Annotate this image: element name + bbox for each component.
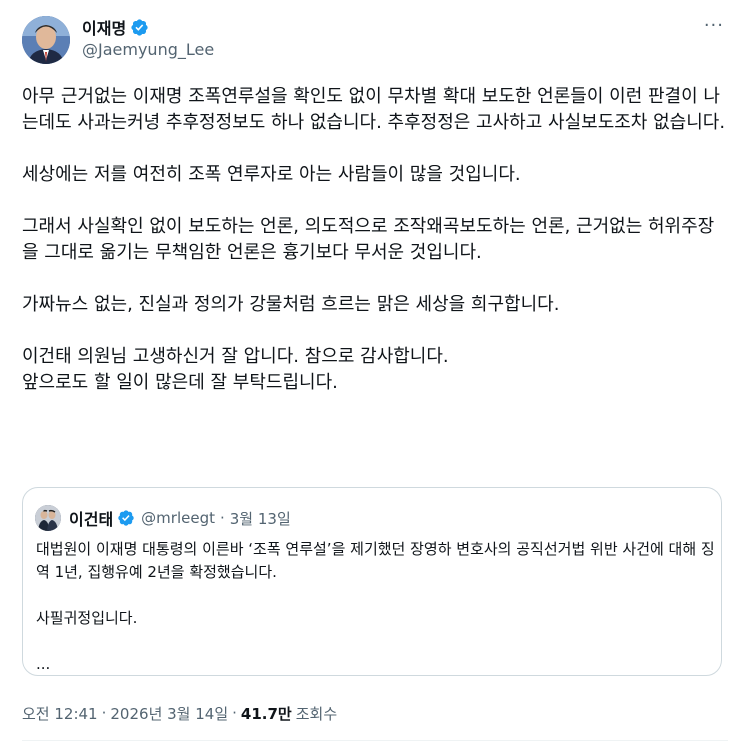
verified-badge-icon	[131, 18, 148, 36]
tweet-time[interactable]: 오전 12:41	[22, 703, 98, 724]
quote-paragraph: ...	[36, 655, 51, 673]
tweet-paragraph: 그래서 사실확인 없이 보도하는 언론, 의도적으로 조작왜곡보도하는 언론, …	[22, 216, 715, 263]
tweet-meta: 오전 12:41 · 2026년 3월 14일 · 41.7만 조회수	[22, 703, 337, 723]
views-label: 조회수	[295, 704, 338, 723]
tweet-text: 아무 근거없는 이재명 조폭연루설을 확인도 없이 무차별 확대 보도한 언론들…	[22, 84, 728, 396]
more-options-icon[interactable]: ···	[704, 17, 724, 35]
verified-badge-icon	[118, 510, 134, 526]
quote-paragraph: 대법원이 이재명 대통령의 이른바 ‘조폭 연루설’을 제기했던 장영하 변호사…	[36, 540, 715, 581]
author-display-name[interactable]: 이재명	[82, 15, 126, 39]
tweet-paragraph: 세상에는 저를 여전히 조폭 연루자로 아는 사람들이 많을 것입니다.	[22, 164, 521, 185]
tweet-paragraph: 이건태 의원님 고생하신거 잘 압니다. 참으로 감사합니다.	[22, 346, 449, 367]
tweet-date[interactable]: 2026년 3월 14일	[110, 703, 228, 724]
separator-dot: ·	[101, 704, 107, 722]
tweet-paragraph: 앞으로도 할 일이 많은데 잘 부탁드립니다.	[22, 372, 338, 393]
quote-author-name: 이건태	[69, 510, 114, 529]
quote-author-avatar	[35, 505, 61, 531]
author-info: 이재명 @Jaemyung_Lee	[82, 16, 214, 59]
quote-paragraph: 사필귀정입니다.	[36, 609, 138, 627]
quote-header: 이건태 @mrleegt · 3월 13일	[69, 505, 291, 531]
tweet-paragraph: 아무 근거없는 이재명 조폭연루설을 확인도 없이 무차별 확대 보도한 언론들…	[22, 86, 726, 133]
tweet-paragraph: 가짜뉴스 없는, 진실과 정의가 강물처럼 흐르는 맑은 세상을 희구합니다.	[22, 294, 560, 315]
quote-date: 3월 13일	[229, 509, 291, 528]
divider	[22, 740, 728, 741]
author-avatar[interactable]	[22, 16, 70, 64]
author-handle[interactable]: @Jaemyung_Lee	[82, 40, 214, 59]
views-count[interactable]: 41.7만	[241, 703, 292, 724]
quote-text: 대법원이 이재명 대통령의 이른바 ‘조폭 연루설’을 제기했던 장영하 변호사…	[36, 538, 716, 676]
separator-dot: ·	[232, 704, 237, 722]
tweet: 이재명 @Jaemyung_Lee ··· 아무 근거없는 이재명 조폭연루설을…	[0, 0, 750, 753]
separator-dot: ·	[219, 509, 225, 527]
quoted-tweet[interactable]: 이건태 @mrleegt · 3월 13일 대법원이 이재명 대통령의 이른바 …	[22, 487, 722, 676]
quote-author-handle: @mrleegt	[141, 509, 215, 527]
